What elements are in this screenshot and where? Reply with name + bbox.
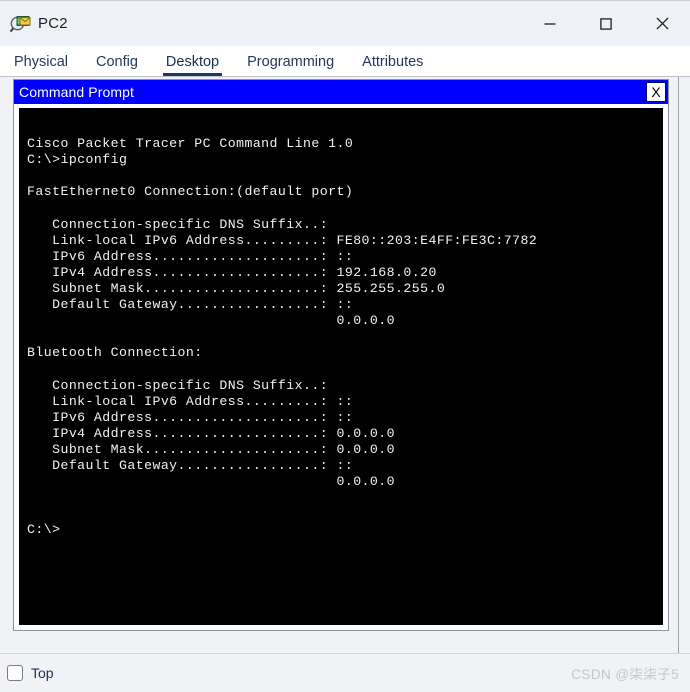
command-prompt-title: Command Prompt — [19, 84, 134, 100]
window-title-bar: PC2 — [0, 0, 690, 46]
command-prompt-window: Command Prompt X Cisco Packet Tracer PC … — [13, 79, 669, 631]
window-title: PC2 — [38, 15, 68, 32]
command-prompt-body: Cisco Packet Tracer PC Command Line 1.0 … — [14, 104, 668, 630]
top-checkbox-label: Top — [31, 665, 54, 681]
top-checkbox-row[interactable]: Top — [7, 665, 54, 681]
top-checkbox[interactable] — [7, 665, 23, 681]
tab-programming[interactable]: Programming — [247, 54, 334, 76]
device-config-window: PC2 Physical Config Desktop Programming … — [0, 0, 690, 692]
tab-config[interactable]: Config — [96, 54, 138, 76]
inspect-magnifier-icon — [9, 13, 31, 35]
tab-attributes[interactable]: Attributes — [362, 54, 423, 76]
minimize-button[interactable] — [522, 1, 578, 46]
panel-divider — [678, 77, 679, 653]
tab-physical[interactable]: Physical — [14, 54, 68, 76]
window-controls — [522, 1, 690, 46]
maximize-button[interactable] — [578, 1, 634, 46]
status-bar: Top CSDN @柒柒子5 — [0, 653, 690, 692]
tab-desktop[interactable]: Desktop — [162, 54, 223, 76]
command-prompt-title-bar: Command Prompt X — [14, 80, 668, 104]
watermark: CSDN @柒柒子5 — [571, 667, 679, 682]
terminal-surface[interactable]: Cisco Packet Tracer PC Command Line 1.0 … — [19, 108, 663, 625]
close-button[interactable] — [634, 1, 690, 46]
command-prompt-close-button[interactable]: X — [646, 82, 666, 102]
terminal-output: Cisco Packet Tracer PC Command Line 1.0 … — [27, 136, 538, 538]
desktop-content-pane: Command Prompt X Cisco Packet Tracer PC … — [0, 76, 690, 653]
tab-strip: Physical Config Desktop Programming Attr… — [0, 46, 690, 76]
